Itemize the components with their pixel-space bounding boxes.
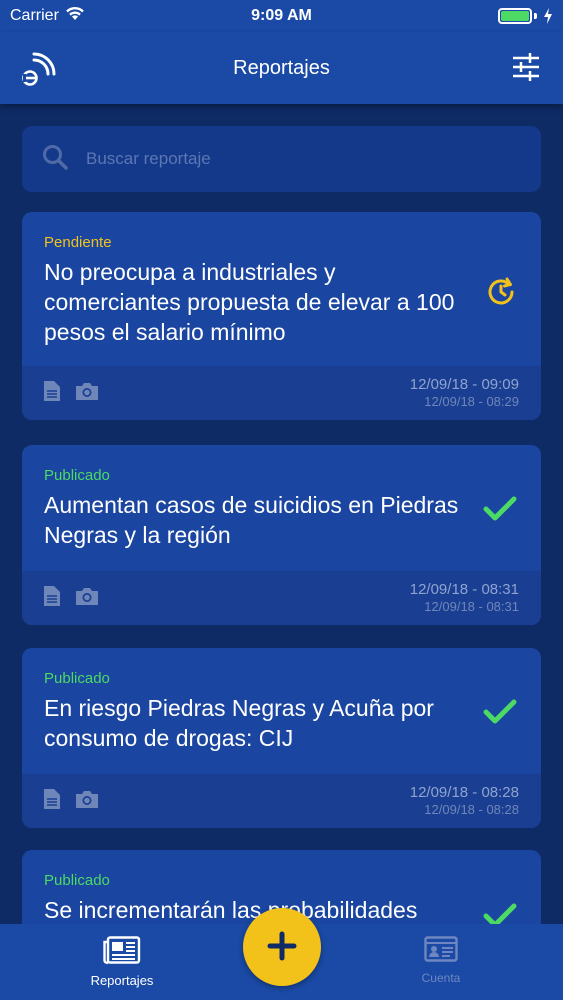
search-icon xyxy=(42,144,68,175)
camera-icon xyxy=(76,790,98,813)
report-card[interactable]: Publicado En riesgo Piedras Negras y Acu… xyxy=(22,648,541,828)
report-created-date: 12/09/18 - 08:28 xyxy=(424,802,519,817)
checkmark-icon xyxy=(483,495,517,528)
rss-feed-icon[interactable] xyxy=(18,50,58,90)
tab-reportajes[interactable]: Reportajes xyxy=(62,936,182,988)
report-card[interactable]: Publicado Aumentan casos de suicidios en… xyxy=(22,445,541,625)
plus-icon xyxy=(267,931,297,964)
id-card-icon xyxy=(424,936,458,966)
report-created-date: 12/09/18 - 08:31 xyxy=(424,599,519,614)
add-report-button[interactable] xyxy=(243,908,321,986)
app-screen: Carrier 9:09 AM Reportajes Buscar report… xyxy=(0,0,563,1000)
report-title: Aumentan casos de suicidios en Piedras N… xyxy=(44,492,459,548)
camera-icon xyxy=(76,587,98,610)
report-updated-date: 12/09/18 - 08:31 xyxy=(409,581,519,598)
carrier-label: Carrier xyxy=(10,7,59,24)
pending-clock-icon xyxy=(485,276,517,313)
checkmark-icon xyxy=(483,698,517,731)
report-title: En riesgo Piedras Negras y Acuña por con… xyxy=(44,695,434,751)
camera-icon xyxy=(76,382,98,405)
wifi-icon xyxy=(65,6,85,26)
tab-label: Reportajes xyxy=(90,973,154,988)
report-card[interactable]: Pendiente No preocupa a industriales y c… xyxy=(22,212,541,420)
report-footer: 12/09/18 - 08:28 12/09/18 - 08:28 xyxy=(22,774,541,828)
page-title: Reportajes xyxy=(233,56,330,79)
search-bar[interactable] xyxy=(22,126,541,192)
search-input[interactable] xyxy=(86,149,506,169)
status-left: Carrier xyxy=(10,6,85,26)
report-title: No preocupa a industriales y comerciante… xyxy=(44,259,455,345)
report-updated-date: 12/09/18 - 09:09 xyxy=(409,376,519,393)
report-created-date: 12/09/18 - 08:29 xyxy=(424,394,519,409)
report-footer: 12/09/18 - 09:09 12/09/18 - 08:29 xyxy=(22,366,541,420)
checkmark-icon xyxy=(483,902,517,924)
tab-label: Cuenta xyxy=(421,971,461,985)
report-status: Pendiente xyxy=(44,234,112,251)
newspaper-icon xyxy=(103,936,141,968)
report-status: Publicado xyxy=(44,670,110,687)
document-icon xyxy=(44,380,60,406)
report-updated-date: 12/09/18 - 08:28 xyxy=(409,784,519,801)
nav-bar: Reportajes xyxy=(0,32,563,104)
report-footer: 12/09/18 - 08:31 12/09/18 - 08:31 xyxy=(22,571,541,625)
report-status: Publicado xyxy=(44,467,110,484)
sliders-icon[interactable] xyxy=(511,52,541,82)
status-bar: Carrier 9:09 AM xyxy=(0,0,563,32)
document-icon xyxy=(44,585,60,611)
battery-icon xyxy=(498,8,553,24)
tab-cuenta[interactable]: Cuenta xyxy=(381,936,501,985)
document-icon xyxy=(44,788,60,814)
reports-list: Pendiente No preocupa a industriales y c… xyxy=(0,104,563,924)
report-status: Publicado xyxy=(44,872,110,889)
